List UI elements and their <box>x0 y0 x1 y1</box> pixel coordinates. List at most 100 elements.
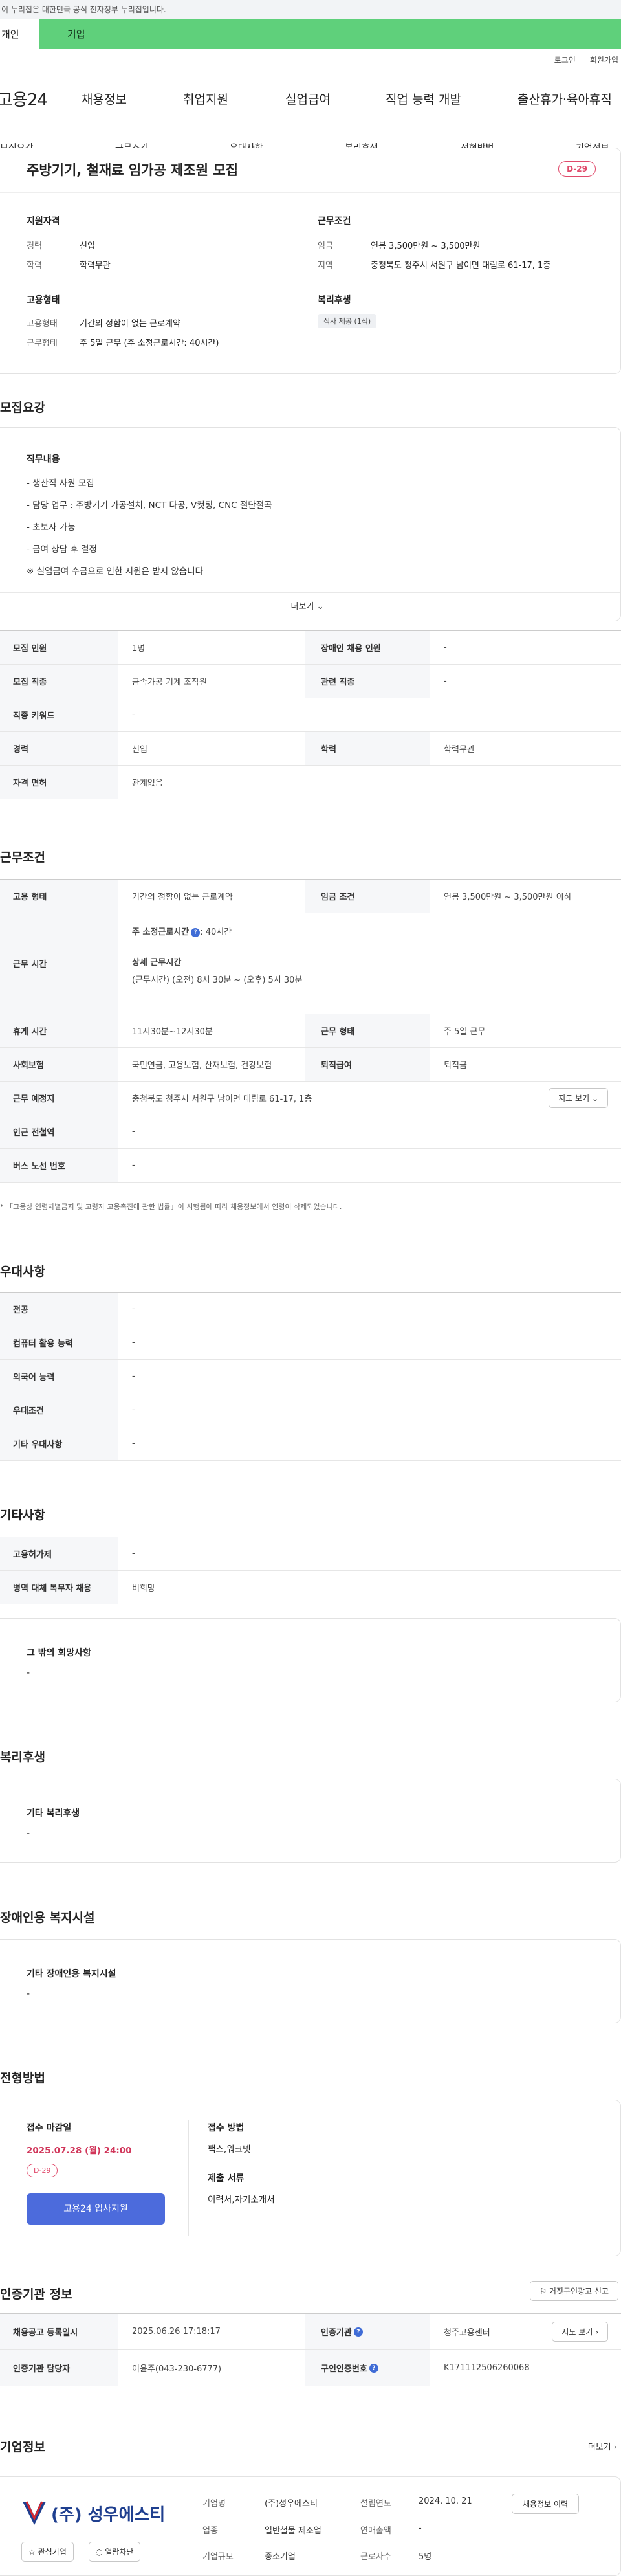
table-row: 병역 대체 복무자 채용 비희망 <box>0 1571 621 1604</box>
table-cell: - <box>444 643 447 652</box>
info-label: 근로자수 <box>360 2552 391 2562</box>
table-header-cell: 우대조건 <box>0 1393 118 1427</box>
table-header-cell: 외국어 능력 <box>0 1360 118 1393</box>
signup-link[interactable]: 회원가입 <box>590 54 618 65</box>
map-button[interactable]: 지도 보기 ⌄ <box>549 1088 608 1108</box>
table-header-cell: 모집 인원 <box>0 631 118 664</box>
table-header-cell: 기타 우대사항 <box>0 1427 118 1460</box>
table-cell: 주 소정근로시간?: 40시간 상세 근무시간 (근무시간) (오전) 8시 3… <box>118 913 621 1014</box>
gnb-item-jobs[interactable]: 채용정보 <box>82 90 127 107</box>
deadline-value: 2025.07.28 (월) 24:00 <box>27 2146 132 2156</box>
etc-box-value: - <box>27 1668 30 1678</box>
info-value: 학력무관 <box>80 261 111 271</box>
info-value: 5명 <box>419 2552 432 2562</box>
favorite-company-button[interactable]: ☆ 관심기업 <box>21 2542 74 2562</box>
table-row: 기타 우대사항 - <box>0 1427 621 1461</box>
gnb-item-parental-leave[interactable]: 출산휴가·육아휴직 <box>518 90 612 107</box>
table-header-cell: 인증기관? <box>305 2314 430 2349</box>
table-row: 모집 직종 금속가공 기계 조작원 관련 직종 - <box>0 665 621 698</box>
dday-badge: D-29 <box>558 161 596 177</box>
table-cell: 청주고용센터 지도 보기 › <box>430 2314 621 2349</box>
divider <box>188 2120 189 2236</box>
table-row: 고용 형태 기간의 정함이 없는 근로계약 임금 조건 연봉 3,500만원 ~ 3,… <box>0 880 621 913</box>
section-title-preference: 우대사항 <box>0 1265 45 1279</box>
company-card: (주) 성우에스티 ☆ 관심기업 ◌ 열람차단 기업명 (주)성우에스티 설립연도… <box>0 2476 621 2576</box>
table-cell: 2025.06.26 17:18:17 <box>132 2327 221 2337</box>
job-description-card: 직무내용 - 생산직 사원 모집 - 담당 업무 : 주방기기 가공설치, NC… <box>0 427 621 621</box>
welfare-box-title: 기타 복리후생 <box>27 1808 80 1819</box>
site-logo[interactable]: 고용24 <box>0 87 74 111</box>
emp-title: 고용형태 <box>27 295 60 305</box>
company-more-link[interactable]: 더보기 › <box>588 2440 617 2452</box>
tab-business[interactable]: 기업 <box>39 19 621 49</box>
section-title-agency: 인증기관 정보 <box>0 2287 72 2302</box>
welfare-box: 기타 복리후생 - <box>0 1779 621 1863</box>
more-button[interactable]: 더보기 ⌄ <box>0 592 620 621</box>
method-label: 접수 방법 <box>208 2123 245 2133</box>
table-header-cell: 사회보험 <box>0 1048 118 1081</box>
table-cell: 관계없음 <box>132 779 163 788</box>
time-main: 주 소정근로시간 <box>132 927 190 937</box>
emp-type: 고용형태 기간의 정함이 없는 근로계약 <box>27 316 180 329</box>
work-location: 지역 충청북도 청주시 서원구 남이면 대림로 61-17, 1층 <box>318 258 550 271</box>
login-link[interactable]: 로그인 <box>554 54 576 65</box>
table-cell: 11시30분~12시30분 <box>132 1027 213 1037</box>
table-header-cell: 모집 직종 <box>0 665 118 698</box>
info-value: 기간의 정함이 없는 근로계약 <box>80 319 180 329</box>
job-desc-line: - 생산직 사원 모집 <box>27 478 94 489</box>
table-header-cell: 컴퓨터 활용 능력 <box>0 1326 118 1359</box>
gnb-item-unemployment-benefit[interactable]: 실업급여 <box>285 90 331 107</box>
agency-map-button[interactable]: 지도 보기 › <box>552 2322 608 2342</box>
info-value: 중소기업 <box>265 2552 296 2562</box>
report-icon: ⚐ <box>539 2287 547 2296</box>
section-title-etc: 기타사항 <box>0 1508 45 1522</box>
agency-table: 채용공고 등록일시 2025.06.26 17:18:17 인증기관? 청주고용센터 지… <box>0 2313 621 2386</box>
info-label: 임금 <box>318 241 333 251</box>
info-icon[interactable]: ? <box>353 2327 363 2337</box>
table-header-cell: 근무 예정지 <box>0 1082 118 1115</box>
emp-form: 근무형태 주 5일 근무 (주 소정근로시간: 40시간) <box>27 336 219 348</box>
apply-button[interactable]: 고용24 입사지원 <box>27 2193 165 2225</box>
etc-box-title: 그 밖의 희망사항 <box>27 1648 91 1658</box>
table-header-cell: 채용공고 등록일시 <box>0 2314 118 2349</box>
table-cell: - <box>132 1338 135 1348</box>
table-cell: - <box>132 1371 135 1381</box>
apply-dday-badge: D-29 <box>27 2164 58 2177</box>
info-value: 신입 <box>80 241 95 251</box>
info-icon[interactable]: ? <box>191 927 201 937</box>
table-cell: 이윤주(043-230-6777) <box>132 2364 222 2374</box>
tab-personal[interactable]: 개인 <box>0 19 39 49</box>
gnb-item-employment-support[interactable]: 취업지원 <box>183 90 228 107</box>
section-title-apply: 전형방법 <box>0 2071 45 2085</box>
block-company-button[interactable]: ◌ 열람차단 <box>89 2542 141 2562</box>
info-label: 학력 <box>27 261 42 271</box>
info-value: 2024. 10. 21 <box>419 2496 472 2506</box>
table-cell: 주 5일 근무 <box>444 1027 486 1037</box>
qual-education: 학력 학력무관 <box>27 258 111 271</box>
table-cell: - <box>444 676 447 686</box>
table-cell: - <box>132 1160 135 1170</box>
info-value: 일반철물 제조업 <box>265 2526 321 2536</box>
table-cell: 충청북도 청주시 서원구 남이면 대림로 61-17, 1층 지도 보기 ⌄ <box>118 1082 621 1115</box>
gnb-item-skills-dev[interactable]: 직업 능력 개발 <box>386 90 461 107</box>
job-summary-card: 주방기기, 철재료 임가공 제조원 모집 D-29 지원자격 경력 신입 학력 학력… <box>0 148 621 374</box>
table-cell: 기간의 정함이 없는 근로계약 <box>132 893 233 902</box>
table-row: 자격 면허 관계없음 <box>0 766 621 799</box>
info-value: 연봉 3,500만원 ~ 3,500만원 <box>371 241 481 251</box>
info-label: 지역 <box>318 261 333 271</box>
history-button[interactable]: 채용정보 이력 <box>512 2494 580 2514</box>
table-cell: - <box>132 710 135 720</box>
job-desc-line: - 초보자 가능 <box>27 522 76 533</box>
disabled-box-title: 기타 장애인용 복지시설 <box>27 1969 116 1979</box>
table-row: 휴게 시간 11시30분~12시30분 근무 형태 주 5일 근무 <box>0 1014 621 1048</box>
preference-table: 전공 - 컴퓨터 활용 능력 - 외국어 능력 - 우대조건 - 기타 우대사항 - <box>0 1292 621 1461</box>
table-cell: - <box>132 1439 135 1449</box>
table-header-cell: 버스 노선 번호 <box>0 1149 118 1182</box>
info-icon[interactable]: ? <box>369 2363 378 2373</box>
table-header-cell: 구인인증번호? <box>305 2350 430 2386</box>
disabled-box-value: - <box>27 1989 30 1999</box>
report-button[interactable]: ⚐ 거짓구인광고 신고 <box>530 2281 618 2301</box>
table-row: 직종 키워드 - <box>0 698 621 732</box>
welfare-box-value: - <box>27 1828 30 1839</box>
global-nav: 고용24 채용정보 취업지원 실업급여 직업 능력 개발 출산휴가·육아휴직 <box>0 70 621 128</box>
